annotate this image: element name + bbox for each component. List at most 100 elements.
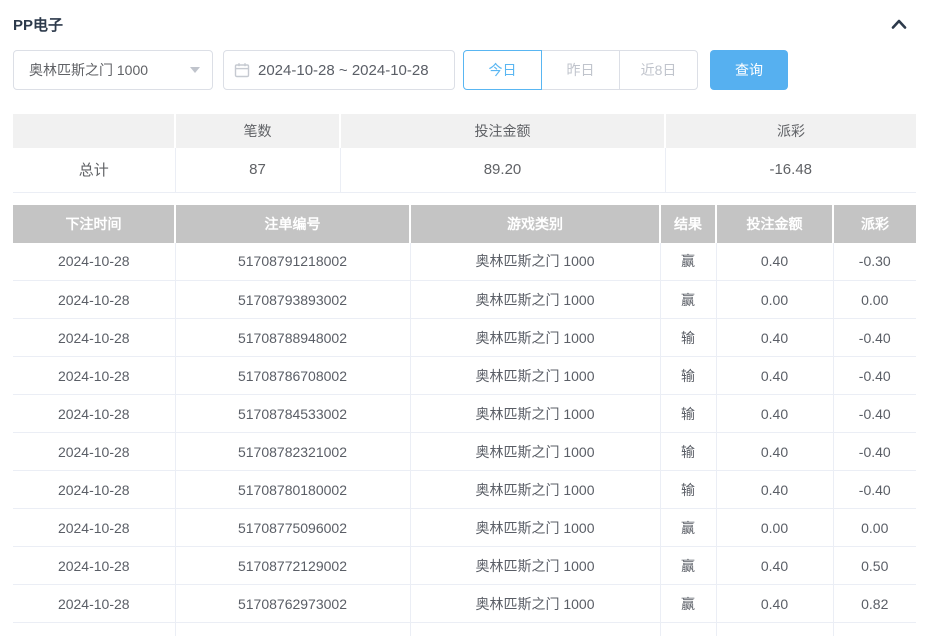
result-cell <box>660 623 716 636</box>
result-cell: 输 <box>660 319 716 357</box>
order-id-cell: 51708772129002 <box>175 547 410 585</box>
summary-count-value: 87 <box>175 148 340 192</box>
calendar-icon <box>234 62 250 78</box>
bet-time-cell: 2024-10-28 <box>13 471 175 509</box>
payout-cell: 0.00 <box>833 281 916 319</box>
header-bet-time: 下注时间 <box>13 205 175 243</box>
bet-amount-cell: 0.00 <box>716 509 833 547</box>
game-category-cell: 奥林匹斯之门 1000 <box>410 243 660 281</box>
bet-amount-cell: 0.40 <box>716 433 833 471</box>
summary-header-payout: 派彩 <box>665 114 916 148</box>
chevron-down-icon <box>190 67 200 73</box>
result-cell: 输 <box>660 395 716 433</box>
payout-cell <box>833 623 916 636</box>
header-bet-amount: 投注金额 <box>716 205 833 243</box>
chevron-up-icon[interactable] <box>888 13 910 35</box>
game-category-cell: 奥林匹斯之门 1000 <box>410 433 660 471</box>
game-category-cell: 奥林匹斯之门 1000 <box>410 395 660 433</box>
payout-cell: -0.40 <box>833 395 916 433</box>
result-cell: 输 <box>660 357 716 395</box>
bet-amount-cell: 0.40 <box>716 471 833 509</box>
result-cell: 赢 <box>660 547 716 585</box>
table-row: 2024-10-2851708782321002奥林匹斯之门 1000输0.40… <box>13 433 916 471</box>
payout-cell: -0.30 <box>833 243 916 281</box>
payout-cell: 0.82 <box>833 585 916 623</box>
table-row: 2024-10-2851708762973002奥林匹斯之门 1000赢0.40… <box>13 585 916 623</box>
order-id-cell: 51708762973002 <box>175 585 410 623</box>
bet-amount-cell: 0.40 <box>716 319 833 357</box>
summary-header-row: 笔数 投注金额 派彩 <box>13 114 916 148</box>
filter-controls: 奥林匹斯之门 1000 2024-10-28 ~ 2024-10-28 今日昨日… <box>13 50 916 90</box>
payout-cell: 0.00 <box>833 509 916 547</box>
game-category-cell: 奥林匹斯之门 1000 <box>410 357 660 395</box>
game-select-value: 奥林匹斯之门 1000 <box>29 60 148 80</box>
result-cell: 赢 <box>660 281 716 319</box>
bet-amount-cell: 0.40 <box>716 395 833 433</box>
date-range-value: 2024-10-28 ~ 2024-10-28 <box>258 62 429 79</box>
table-row: 2024-10-2851708772129002奥林匹斯之门 1000赢0.40… <box>13 547 916 585</box>
bet-time-cell: 2024-10-28 <box>13 319 175 357</box>
order-id-cell: 51708782321002 <box>175 433 410 471</box>
header-game-category: 游戏类别 <box>410 205 660 243</box>
summary-total-label: 总计 <box>13 148 175 192</box>
summary-header-empty <box>13 114 175 148</box>
page-title: PP电子 <box>13 14 63 35</box>
bet-time-cell: 2024-10-28 <box>13 547 175 585</box>
header-payout: 派彩 <box>833 205 916 243</box>
quick-date-buttons: 今日昨日近8日 <box>463 50 698 90</box>
payout-cell: -0.40 <box>833 433 916 471</box>
date-range-input[interactable]: 2024-10-28 ~ 2024-10-28 <box>223 50 455 90</box>
order-id-cell: 51708788948002 <box>175 319 410 357</box>
summary-payout-value: -16.48 <box>665 148 916 192</box>
query-button[interactable]: 查询 <box>710 50 788 90</box>
order-id-cell: 51708780180002 <box>175 471 410 509</box>
bet-time-cell: 2024-10-28 <box>13 433 175 471</box>
summary-bet-amount-value: 89.20 <box>340 148 665 192</box>
bet-amount-cell: 0.40 <box>716 357 833 395</box>
table-row: 2024-10-2851708793893002奥林匹斯之门 1000赢0.00… <box>13 281 916 319</box>
order-id-cell: 51708786708002 <box>175 357 410 395</box>
quick-date-button[interactable]: 今日 <box>463 50 542 90</box>
quick-date-button[interactable]: 近8日 <box>619 50 698 90</box>
bet-amount-cell: 0.00 <box>716 281 833 319</box>
summary-total-row: 总计 87 89.20 -16.48 <box>13 148 916 192</box>
result-cell: 输 <box>660 433 716 471</box>
game-category-cell: 奥林匹斯之门 1000 <box>410 471 660 509</box>
table-row-partial <box>13 623 916 636</box>
game-category-cell: 奥林匹斯之门 1000 <box>410 281 660 319</box>
bets-header-row: 下注时间 注单编号 游戏类别 结果 投注金额 派彩 <box>13 205 916 243</box>
table-row: 2024-10-2851708784533002奥林匹斯之门 1000输0.40… <box>13 395 916 433</box>
quick-date-button[interactable]: 昨日 <box>541 50 620 90</box>
summary-header-count: 笔数 <box>175 114 340 148</box>
bet-amount-cell: 0.40 <box>716 243 833 281</box>
panel-header: PP电子 <box>13 0 916 42</box>
result-cell: 赢 <box>660 585 716 623</box>
game-select[interactable]: 奥林匹斯之门 1000 <box>13 50 213 90</box>
game-category-cell <box>410 623 660 636</box>
table-row: 2024-10-2851708775096002奥林匹斯之门 1000赢0.00… <box>13 509 916 547</box>
bet-time-cell: 2024-10-28 <box>13 585 175 623</box>
bet-amount-cell <box>716 623 833 636</box>
bet-amount-cell: 0.40 <box>716 547 833 585</box>
result-cell: 赢 <box>660 509 716 547</box>
bet-time-cell: 2024-10-28 <box>13 281 175 319</box>
order-id-cell: 51708775096002 <box>175 509 410 547</box>
game-category-cell: 奥林匹斯之门 1000 <box>410 509 660 547</box>
payout-cell: -0.40 <box>833 471 916 509</box>
bet-time-cell <box>13 623 175 636</box>
result-cell: 赢 <box>660 243 716 281</box>
summary-table: 笔数 投注金额 派彩 总计 87 89.20 -16.48 <box>13 114 916 193</box>
bet-time-cell: 2024-10-28 <box>13 395 175 433</box>
payout-cell: -0.40 <box>833 357 916 395</box>
bet-time-cell: 2024-10-28 <box>13 243 175 281</box>
order-id-cell: 51708784533002 <box>175 395 410 433</box>
payout-cell: -0.40 <box>833 319 916 357</box>
order-id-cell: 51708791218002 <box>175 243 410 281</box>
game-category-cell: 奥林匹斯之门 1000 <box>410 585 660 623</box>
bets-table: 下注时间 注单编号 游戏类别 结果 投注金额 派彩 2024-10-285170… <box>13 205 916 636</box>
summary-header-bet-amount: 投注金额 <box>340 114 665 148</box>
game-category-cell: 奥林匹斯之门 1000 <box>410 547 660 585</box>
order-id-cell <box>175 623 410 636</box>
pp-electronics-panel: PP电子 奥林匹斯之门 1000 2024-10-28 ~ 2024-10-28 <box>0 0 930 636</box>
result-cell: 输 <box>660 471 716 509</box>
